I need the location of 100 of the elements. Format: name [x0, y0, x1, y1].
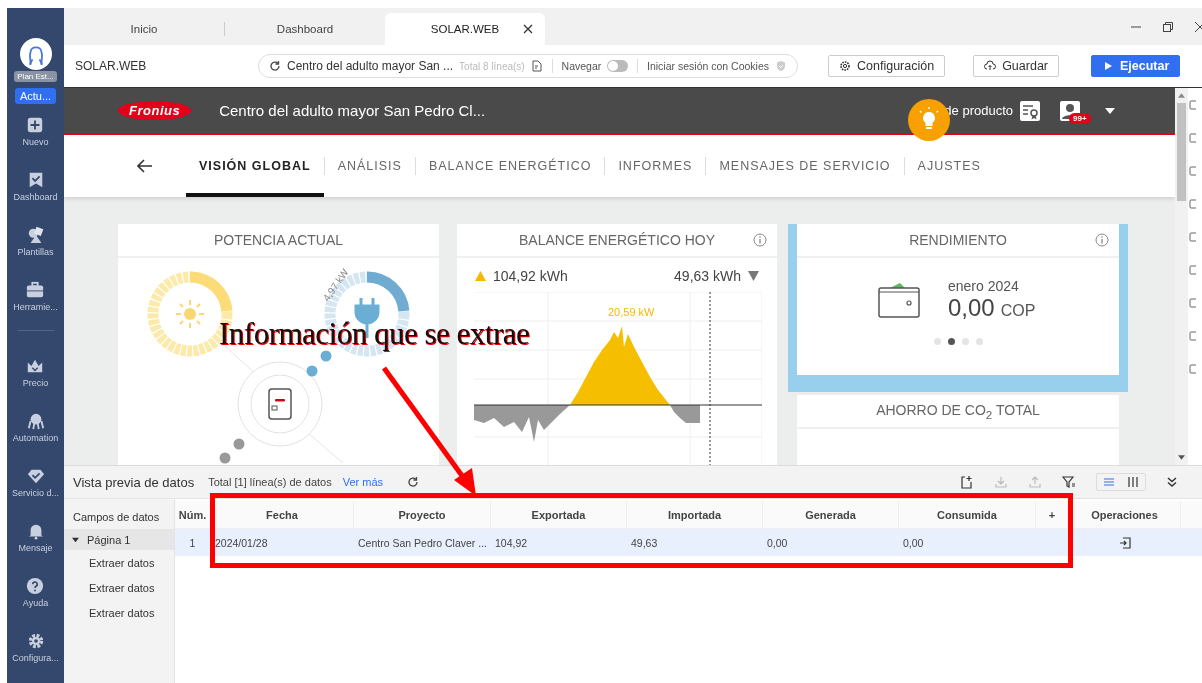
scroll-thumb[interactable]	[1177, 103, 1186, 201]
pager-dot[interactable]	[975, 338, 983, 345]
sidebar-item[interactable]: Precio	[22, 345, 49, 400]
tree-item[interactable]: Extraer datos	[64, 550, 174, 575]
help-icon	[26, 577, 45, 595]
run-button[interactable]: Ejecutar	[1091, 55, 1181, 77]
certificate-icon[interactable]	[1019, 99, 1041, 122]
pager-dot[interactable]	[961, 338, 969, 345]
caret-icon[interactable]	[72, 536, 79, 543]
card-title: AHORRO DE CO$_{2}$ TOTAL	[876, 401, 1040, 421]
more-link[interactable]: Ver más	[342, 476, 384, 488]
tool-icon[interactable]	[1188, 232, 1196, 242]
info-icon[interactable]	[753, 233, 767, 247]
tree-item[interactable]: Extraer datos	[64, 600, 174, 625]
export-icon[interactable]	[1119, 536, 1131, 549]
scroll-down-icon[interactable]	[1178, 455, 1185, 460]
tree-item[interactable]: Página 1	[64, 529, 174, 550]
column-header[interactable]: Consumida	[899, 501, 1036, 528]
list-view-button[interactable]	[1103, 476, 1115, 488]
plus-icon	[26, 116, 45, 134]
avatar-icon[interactable]	[19, 38, 52, 70]
plan-button[interactable]: Actu...	[14, 88, 57, 104]
column-header[interactable]: Fecha	[211, 501, 354, 528]
back-arrow-icon[interactable]	[137, 159, 153, 173]
nav-tab[interactable]: BALANCE ENERGÉTICO	[415, 135, 605, 197]
settings-button[interactable]: Configuración	[828, 55, 946, 77]
scrollbar[interactable]	[1175, 88, 1188, 465]
toolbox-icon	[26, 281, 45, 299]
column-header[interactable]: Núm.	[175, 501, 211, 528]
navigate-label: Navegar	[561, 60, 602, 72]
table-cell: Centro San Pedro Claver ...	[354, 529, 491, 556]
caret-icon[interactable]	[1105, 107, 1115, 114]
sidebar-item[interactable]: Ayuda	[22, 565, 49, 620]
flow-dots	[219, 438, 245, 464]
card-title: BALANCE ENERGÉTICO HOY	[518, 232, 715, 248]
filter-icon[interactable]	[1062, 475, 1076, 489]
browser-tab[interactable]: SOLAR.WEB	[385, 13, 545, 45]
robot-icon	[26, 412, 45, 430]
card-title: RENDIMIENTO	[909, 232, 1007, 248]
sidebar-item[interactable]: Plantillas	[17, 214, 54, 269]
refresh-icon[interactable]	[407, 476, 420, 488]
close-icon[interactable]	[1194, 20, 1202, 33]
tool-icon[interactable]	[1188, 199, 1196, 209]
tool-icon[interactable]	[1188, 298, 1196, 308]
navigate-toggle[interactable]	[607, 60, 629, 72]
inverter-icon	[237, 361, 323, 447]
cookie-login-link[interactable]: Iniciar sesión con Cookies	[647, 60, 769, 72]
column-header[interactable]: Proyecto	[354, 501, 491, 528]
table-row[interactable]: 1 2024/01/28 Centro San Pedro Claver ... 104,92 49,63 0,00 0,00	[175, 529, 1202, 556]
tool-icon[interactable]	[1188, 100, 1196, 110]
logo[interactable]: Fronius	[118, 101, 192, 120]
tree-heading: Campos de datos	[72, 511, 161, 525]
column-header[interactable]: Exportada	[491, 501, 627, 528]
save-button[interactable]: Guardar	[973, 55, 1059, 77]
sidebar-item[interactable]: Herramie...	[13, 269, 58, 324]
download-icon[interactable]	[994, 475, 1008, 489]
tool-icon[interactable]	[1188, 364, 1196, 374]
produced-reading: 104,92 kWh	[493, 268, 568, 284]
tool-icon[interactable]	[1188, 331, 1196, 341]
tool-icon[interactable]	[1188, 166, 1196, 176]
collapse-icon[interactable]	[1166, 476, 1178, 488]
document-icon[interactable]	[530, 60, 543, 72]
add-column-button[interactable]: +	[1036, 501, 1069, 528]
tool-icon[interactable]	[1188, 133, 1196, 143]
wallet-icon	[878, 282, 920, 318]
nav-tab[interactable]: MENSAJES DE SERVICIO	[706, 135, 904, 197]
gear-icon	[26, 632, 45, 650]
column-header[interactable]: Generada	[763, 501, 899, 528]
pager-dot[interactable]	[947, 338, 955, 345]
sidebar-item[interactable]: Nuevo	[22, 104, 49, 159]
shield-icon	[775, 60, 787, 72]
info-icon[interactable]	[1095, 233, 1109, 247]
upload-icon[interactable]	[1028, 475, 1042, 489]
line-count: Total 8 línea(s)	[459, 60, 525, 72]
restore-icon[interactable]	[1162, 20, 1174, 33]
close-icon[interactable]	[523, 24, 533, 34]
columns-view-button[interactable]	[1127, 476, 1139, 488]
tool-icon[interactable]	[1188, 265, 1196, 275]
site-title: Centro del adulto mayor San Pedro Cl...	[219, 102, 486, 119]
browser-tab[interactable]: Dashboard	[225, 13, 385, 45]
cloud-upload-icon	[984, 60, 997, 72]
nav-tab[interactable]: ANÁLISIS	[324, 135, 415, 197]
period-label: enero 2024	[948, 278, 1020, 294]
sidebar-item[interactable]: Configura...	[12, 620, 59, 675]
sidebar-item[interactable]: Servicio d...	[12, 455, 59, 510]
table-cell: 49,63	[627, 529, 763, 556]
refresh-icon[interactable]	[269, 60, 281, 72]
sidebar-item[interactable]: Dashboard	[13, 159, 58, 214]
sidebar-item[interactable]: Automation	[12, 400, 59, 455]
browser-tab[interactable]: Inicio	[64, 13, 224, 45]
sidebar-item[interactable]: Mensaje	[18, 510, 53, 565]
nav-tab[interactable]: INFORMES	[605, 135, 706, 197]
tree-item[interactable]: Extraer datos	[64, 575, 174, 600]
scroll-up-icon[interactable]	[1178, 93, 1185, 98]
pager-dot[interactable]	[933, 338, 941, 345]
column-header[interactable]: Importada	[627, 501, 763, 528]
nav-tab[interactable]: AJUSTES	[904, 135, 994, 197]
add-page-icon[interactable]	[960, 475, 974, 489]
column-header: Operaciones	[1069, 501, 1181, 528]
table-cell: 1	[175, 529, 211, 556]
